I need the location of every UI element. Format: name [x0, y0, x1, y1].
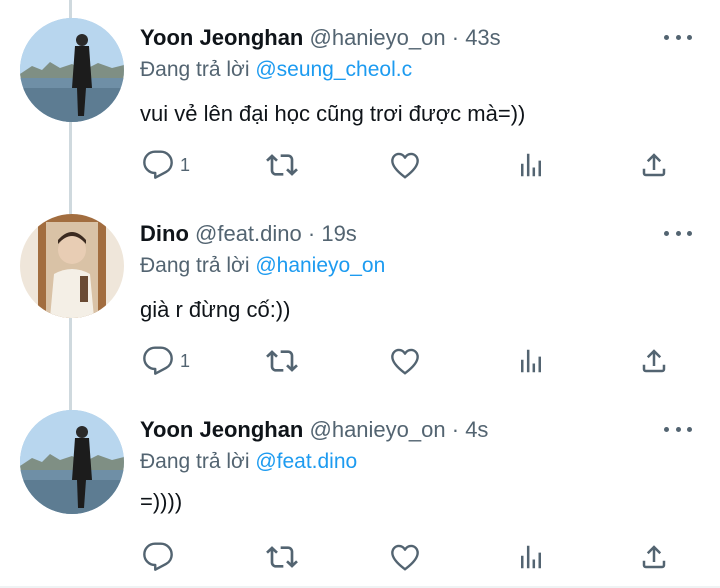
replying-to: Đang trả lời @hanieyo_on — [140, 252, 385, 280]
tweet-actions: 1 — [0, 147, 720, 183]
avatar[interactable] — [20, 410, 124, 514]
display-name[interactable]: Yoon Jeonghan — [140, 417, 303, 442]
replying-to-label: Đang trả lời — [140, 450, 250, 473]
tweet-header: Yoon Jeonghan @hanieyo_on · 4s — [140, 416, 488, 444]
timestamp[interactable]: 19s — [321, 221, 356, 246]
tweet[interactable]: Yoon Jeonghan @hanieyo_on · 4s Đang trả … — [0, 392, 720, 588]
heart-icon — [391, 152, 419, 179]
tweet-text: =)))) — [140, 489, 183, 514]
separator-dot: · — [451, 25, 460, 50]
avatar[interactable] — [20, 18, 124, 122]
more-icon[interactable] — [664, 226, 692, 240]
replying-to-user-link[interactable]: @hanieyo_on — [255, 254, 385, 277]
replying-to-label: Đang trả lời — [140, 58, 250, 81]
reply-icon — [143, 542, 173, 571]
replying-to: Đang trả lời @feat.dino — [140, 448, 357, 476]
reply-button[interactable]: 1 — [142, 147, 190, 183]
retweet-button[interactable] — [265, 343, 299, 379]
tweet-text: vui vẻ lên đại học cũng trơi được mà=)) — [140, 101, 526, 126]
tweet-actions — [0, 539, 720, 575]
reply-button[interactable]: 1 — [142, 343, 190, 379]
heart-icon — [391, 544, 419, 571]
views-button[interactable] — [516, 147, 546, 183]
retweet-button[interactable] — [265, 147, 299, 183]
reply-icon — [143, 150, 173, 179]
tweet[interactable]: Dino @feat.dino · 19s Đang trả lời @hani… — [0, 196, 720, 392]
retweet-button[interactable] — [265, 539, 299, 575]
separator-dot: · — [307, 221, 316, 246]
share-button[interactable] — [639, 147, 669, 183]
user-handle[interactable]: @hanieyo_on — [310, 25, 446, 50]
like-button[interactable] — [389, 147, 421, 183]
reply-count: 1 — [180, 154, 191, 175]
reply-icon — [143, 346, 173, 375]
tweet-text: già r đừng cố:)) — [140, 297, 291, 322]
avatar[interactable] — [20, 214, 124, 318]
analytics-icon — [521, 349, 541, 373]
share-button[interactable] — [639, 539, 669, 575]
reply-count: 1 — [180, 350, 191, 371]
retweet-icon — [266, 546, 298, 568]
like-button[interactable] — [389, 343, 421, 379]
views-button[interactable] — [516, 343, 546, 379]
like-button[interactable] — [389, 539, 421, 575]
tweet-header: Yoon Jeonghan @hanieyo_on · 43s — [140, 24, 501, 52]
replying-to: Đang trả lời @seung_cheol.c — [140, 56, 412, 84]
heart-icon — [391, 348, 419, 375]
separator-dot: · — [451, 417, 460, 442]
tweet-header: Dino @feat.dino · 19s — [140, 220, 357, 248]
display-name[interactable]: Yoon Jeonghan — [140, 25, 303, 50]
tweet-actions: 1 — [0, 343, 720, 379]
views-button[interactable] — [516, 539, 546, 575]
more-icon[interactable] — [664, 422, 692, 436]
reply-button[interactable] — [142, 539, 180, 575]
timestamp[interactable]: 43s — [465, 25, 500, 50]
user-handle[interactable]: @feat.dino — [195, 221, 302, 246]
display-name[interactable]: Dino — [140, 221, 189, 246]
replying-to-label: Đang trả lời — [140, 254, 250, 277]
share-button[interactable] — [639, 343, 669, 379]
retweet-icon — [266, 154, 298, 176]
analytics-icon — [521, 545, 541, 569]
more-icon[interactable] — [664, 30, 692, 44]
share-icon — [642, 153, 666, 177]
replying-to-user-link[interactable]: @seung_cheol.c — [255, 58, 412, 81]
timestamp[interactable]: 4s — [465, 417, 488, 442]
share-icon — [642, 545, 666, 569]
retweet-icon — [266, 350, 298, 372]
analytics-icon — [521, 153, 541, 177]
tweet[interactable]: Yoon Jeonghan @hanieyo_on · 43s Đang trả… — [0, 0, 720, 196]
user-handle[interactable]: @hanieyo_on — [310, 417, 446, 442]
share-icon — [642, 349, 666, 373]
replying-to-user-link[interactable]: @feat.dino — [255, 450, 357, 473]
